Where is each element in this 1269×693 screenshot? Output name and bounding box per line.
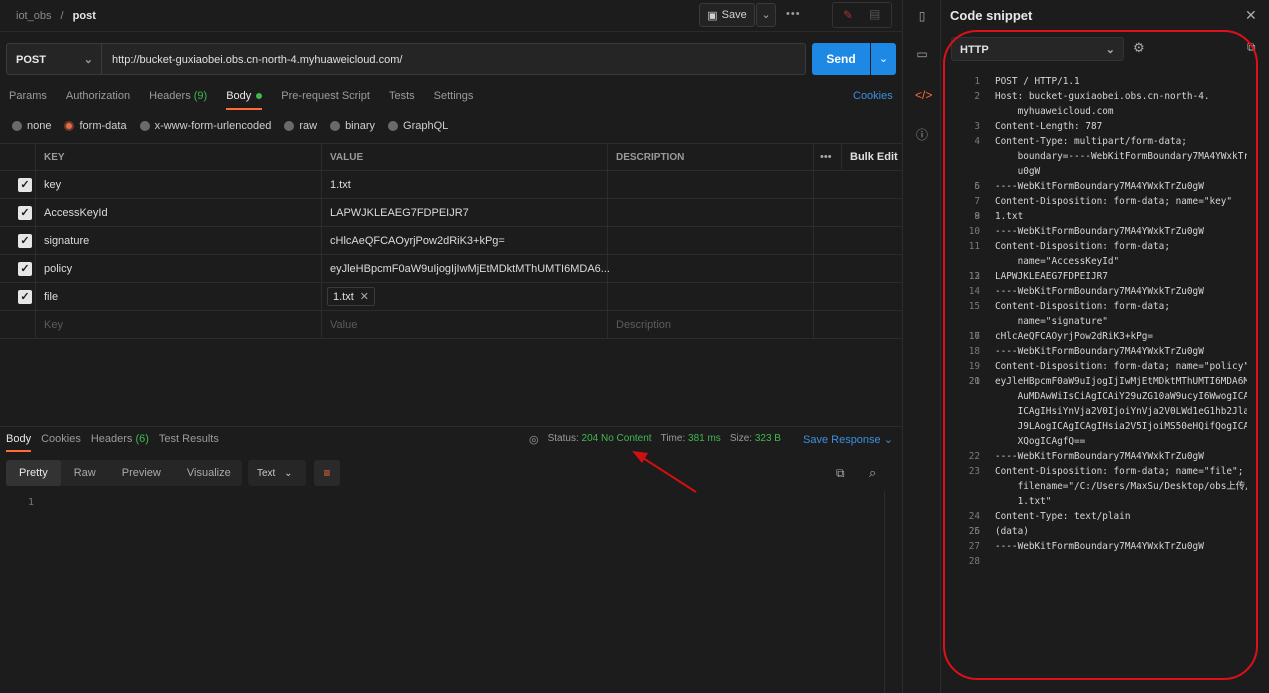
document-icon[interactable]: ▯ bbox=[915, 9, 929, 23]
annotation-oval bbox=[943, 30, 1258, 680]
info-icon[interactable]: ⓘ bbox=[915, 128, 929, 142]
arrow-line bbox=[642, 457, 697, 493]
arrow-head bbox=[632, 451, 648, 463]
annotation-arrow bbox=[632, 451, 697, 493]
close-icon[interactable]: ✕ bbox=[1245, 7, 1257, 24]
snippet-title: Code snippet bbox=[950, 8, 1033, 23]
code-icon[interactable]: </> bbox=[915, 88, 932, 102]
right-sidebar-rail: ▯ ▭ </> ⓘ bbox=[903, 0, 941, 693]
request-pane: iot_obs / post ▣ Save ⌄ ••• ✎ ▤ POST ⌄ h… bbox=[0, 0, 902, 693]
comments-icon[interactable]: ▭ bbox=[915, 47, 929, 61]
